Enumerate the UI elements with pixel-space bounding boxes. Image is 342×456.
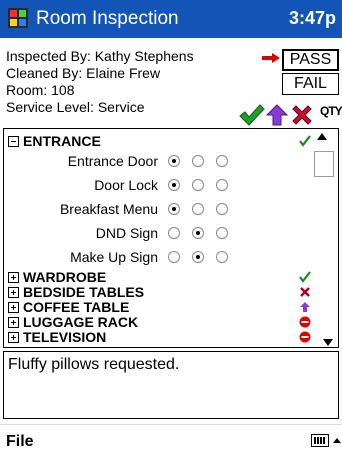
radio-na[interactable] xyxy=(216,227,228,239)
purple-up-arrow-icon[interactable] xyxy=(266,104,288,126)
section-luggage-rack[interactable]: LUGGAGE RACK xyxy=(8,314,138,330)
cleaned-by: Cleaned By: Elaine Frew xyxy=(6,65,161,81)
red-x-icon[interactable] xyxy=(291,104,313,126)
red-minus-icon xyxy=(299,316,311,328)
section-label: ENTRANCE xyxy=(23,133,101,149)
quantity-button[interactable]: QTY xyxy=(320,104,342,118)
radio-pass[interactable] xyxy=(168,251,180,263)
section-entrance[interactable]: ENTRANCE xyxy=(8,133,101,149)
purple-up-arrow-icon xyxy=(300,302,310,312)
service-level: Service Level: Service xyxy=(6,99,145,115)
item-label: Entrance Door xyxy=(67,153,158,169)
radio-na[interactable] xyxy=(216,251,228,263)
section-label: BEDSIDE TABLES xyxy=(23,284,145,300)
expand-icon[interactable] xyxy=(8,302,19,313)
radio-pass[interactable] xyxy=(168,155,180,167)
file-menu[interactable]: File xyxy=(6,433,34,451)
green-check-icon xyxy=(299,271,311,283)
radio-na[interactable] xyxy=(216,155,228,167)
section-label: WARDROBE xyxy=(23,269,107,285)
notes-field[interactable]: Fluffy pillows requested. xyxy=(3,351,339,419)
pass-button[interactable]: PASS xyxy=(282,49,339,71)
selected-result-arrow-icon xyxy=(262,53,280,63)
clock[interactable]: 3:47p xyxy=(289,8,336,29)
radio-pass[interactable] xyxy=(168,203,180,215)
fail-button[interactable]: FAIL xyxy=(282,73,339,95)
title-bar: Room Inspection 3:47p xyxy=(0,0,342,38)
radio-pass[interactable] xyxy=(168,227,180,239)
expand-icon[interactable] xyxy=(8,332,19,343)
expand-icon[interactable] xyxy=(8,317,19,328)
radio-na[interactable] xyxy=(216,179,228,191)
red-x-icon xyxy=(300,287,310,297)
section-label: LUGGAGE RACK xyxy=(23,314,139,330)
section-label: COFFEE TABLE xyxy=(23,299,130,315)
radio-fail[interactable] xyxy=(192,155,204,167)
app-title: Room Inspection xyxy=(36,8,179,29)
radio-fail[interactable] xyxy=(192,179,204,191)
item-label: Door Lock xyxy=(94,177,158,193)
section-label: TELEVISION xyxy=(23,329,107,345)
green-check-icon[interactable] xyxy=(239,104,265,126)
section-television[interactable]: TELEVISION xyxy=(8,329,106,345)
radio-fail[interactable] xyxy=(192,203,204,215)
radio-fail[interactable] xyxy=(192,227,204,239)
item-label: DND Sign xyxy=(95,225,158,241)
radio-pass[interactable] xyxy=(168,179,180,191)
section-coffee-table[interactable]: COFFEE TABLE xyxy=(8,299,129,315)
command-bar: File xyxy=(0,424,342,456)
scrollbar-thumb[interactable] xyxy=(314,151,334,177)
expand-icon[interactable] xyxy=(8,272,19,283)
item-label: Breakfast Menu xyxy=(59,201,158,217)
radio-na[interactable] xyxy=(216,203,228,215)
green-check-icon xyxy=(299,135,311,147)
item-label: Make Up Sign xyxy=(70,249,158,265)
checklist-panel[interactable]: ENTRANCE Entrance Door Door Lock Breakfa… xyxy=(3,128,339,348)
scroll-up-icon[interactable] xyxy=(317,133,327,140)
section-bedside-tables[interactable]: BEDSIDE TABLES xyxy=(8,284,144,300)
inspected-by: Inspected By: Kathy Stephens xyxy=(6,48,194,64)
red-minus-icon xyxy=(299,331,311,343)
app-window-icon xyxy=(8,8,28,28)
collapse-icon[interactable] xyxy=(8,136,19,147)
scroll-down-icon[interactable] xyxy=(323,339,333,346)
section-wardrobe[interactable]: WARDROBE xyxy=(8,269,106,285)
expand-icon[interactable] xyxy=(8,287,19,298)
keyboard-icon[interactable] xyxy=(311,434,329,447)
radio-fail[interactable] xyxy=(192,251,204,263)
room-number: Room: 108 xyxy=(6,82,75,98)
input-panel-up-icon[interactable] xyxy=(333,438,341,443)
